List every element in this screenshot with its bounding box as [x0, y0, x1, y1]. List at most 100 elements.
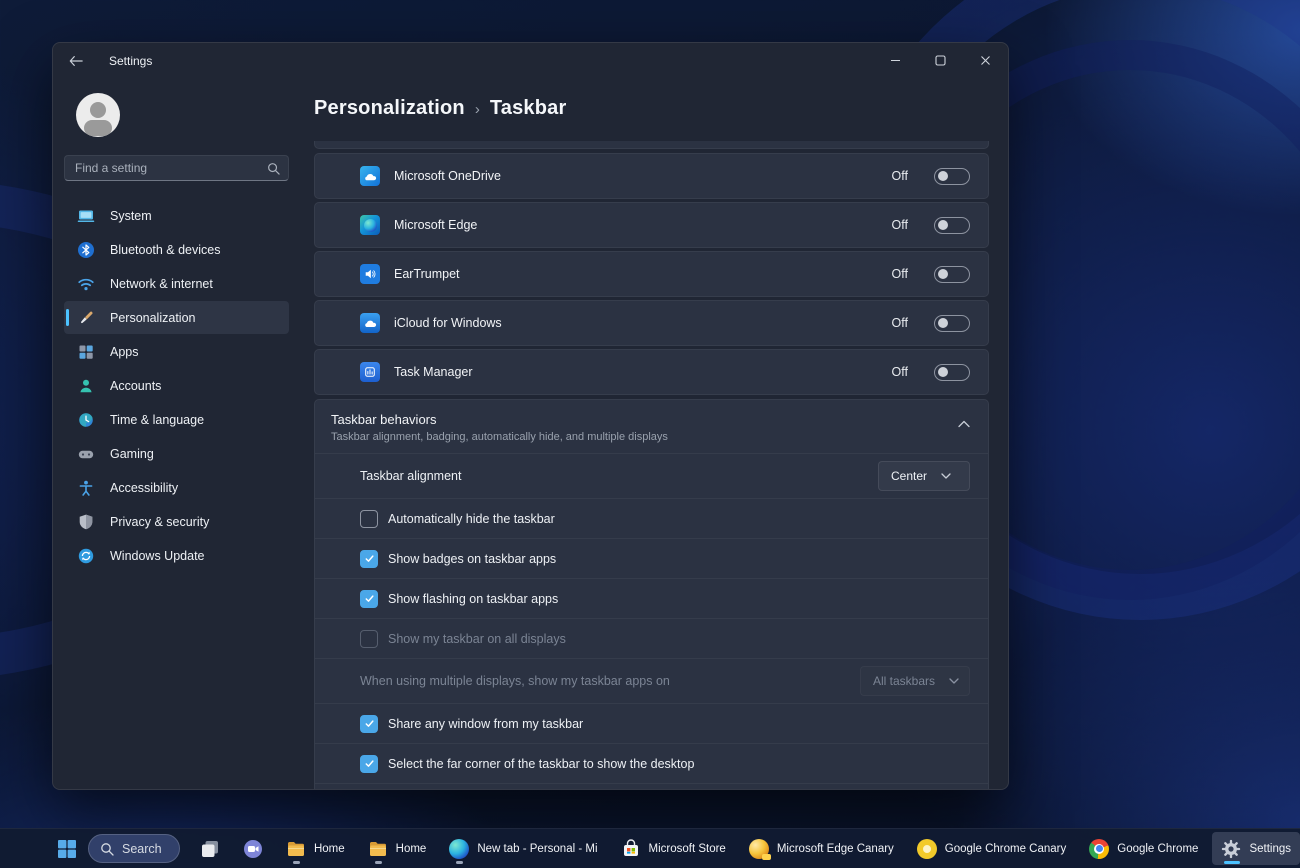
close-icon — [980, 55, 991, 66]
all-displays-checkbox[interactable] — [360, 630, 378, 648]
onedrive-toggle[interactable] — [934, 168, 970, 185]
windows-update-icon — [77, 547, 95, 565]
far-corner-checkbox[interactable] — [360, 755, 378, 773]
taskbar-item-microsoft-store[interactable]: Microsoft Store — [612, 832, 735, 865]
time-language-icon — [77, 411, 95, 429]
minimize-button[interactable] — [873, 43, 918, 77]
sidebar-item-privacy[interactable]: Privacy & security — [64, 505, 289, 538]
edge-icon — [360, 215, 380, 235]
setting-label: Show flashing on taskbar apps — [388, 592, 970, 606]
multiple-displays-dropdown[interactable]: All taskbars — [860, 666, 970, 696]
canary-badge — [762, 854, 771, 860]
setting-row-show-flashing: Show flashing on taskbar apps — [315, 578, 988, 618]
section-title: Taskbar behaviors — [331, 412, 972, 427]
breadcrumb-current: Taskbar — [490, 97, 567, 120]
sidebar-item-time-language[interactable]: Time & language — [64, 403, 289, 436]
icloud-toggle[interactable] — [934, 315, 970, 332]
taskbar-search-input[interactable]: Search — [88, 834, 180, 863]
sidebar-item-gaming[interactable]: Gaming — [64, 437, 289, 470]
auto-hide-checkbox[interactable] — [360, 510, 378, 528]
minimize-icon — [890, 55, 901, 66]
app-row-label: EarTrumpet — [394, 267, 878, 281]
toggle-state-label: Off — [892, 365, 908, 379]
eartrumpet-toggle[interactable] — [934, 266, 970, 283]
search-icon — [267, 162, 280, 175]
app-row-label: Microsoft Edge — [394, 218, 878, 232]
gaming-icon — [77, 445, 95, 463]
share-window-checkbox[interactable] — [360, 715, 378, 733]
section-subtitle: Taskbar alignment, badging, automaticall… — [331, 431, 972, 443]
network-icon — [77, 275, 95, 293]
search-input[interactable]: Find a setting — [64, 155, 289, 181]
dropdown-value: Center — [891, 469, 927, 483]
sidebar-item-label: Apps — [110, 345, 139, 359]
taskbar-alignment-dropdown[interactable]: Center — [878, 461, 970, 491]
accounts-icon — [77, 377, 95, 395]
personalization-icon — [77, 309, 95, 327]
search-placeholder: Find a setting — [75, 161, 267, 175]
titlebar: Settings — [53, 43, 1008, 79]
dropdown-value: All taskbars — [873, 674, 935, 688]
taskbar-item-settings[interactable]: Settings — [1212, 832, 1300, 865]
eartrumpet-icon — [360, 264, 380, 284]
setting-row-taskbar-alignment: Taskbar alignment Center — [315, 453, 988, 498]
settings-scroll-area[interactable]: Microsoft OneDrive Off Microsoft Edge Of… — [314, 141, 989, 789]
taskbar-behaviors-header[interactable]: Taskbar behaviors Taskbar alignment, bad… — [315, 400, 988, 453]
toggle-state-label: Off — [892, 218, 908, 232]
chevron-up-icon[interactable] — [958, 420, 970, 428]
taskbar-item-home-2[interactable]: Home — [359, 832, 436, 865]
sidebar-item-apps[interactable]: Apps — [64, 335, 289, 368]
sidebar-item-label: Gaming — [110, 447, 154, 461]
taskbar-item-home-1[interactable]: Home — [277, 832, 354, 865]
show-flashing-checkbox[interactable] — [360, 590, 378, 608]
sidebar-item-personalization[interactable]: Personalization — [64, 301, 289, 334]
bluetooth-icon — [77, 241, 95, 259]
maximize-button[interactable] — [918, 43, 963, 77]
breadcrumb-parent[interactable]: Personalization — [314, 97, 465, 120]
taskbar-item-edge-canary[interactable]: Microsoft Edge Canary — [740, 832, 903, 865]
back-button[interactable] — [59, 48, 93, 74]
settings-window: Settings Find a setting System Bluetooth… — [52, 42, 1009, 790]
start-button[interactable] — [57, 834, 77, 864]
folder-icon — [286, 839, 306, 859]
taskbar-item-chrome[interactable]: Google Chrome — [1080, 832, 1207, 865]
setting-row-multiple-displays: When using multiple displays, show my ta… — [315, 658, 988, 703]
sidebar-item-label: Time & language — [110, 413, 204, 427]
avatar[interactable] — [76, 93, 120, 137]
chat-button[interactable] — [234, 832, 272, 865]
taskbar-item-edge[interactable]: New tab - Personal - Mi — [440, 832, 606, 865]
task-view-button[interactable] — [191, 832, 229, 865]
sidebar-item-system[interactable]: System — [64, 199, 289, 232]
app-row-label: Task Manager — [394, 365, 878, 379]
maximize-icon — [935, 55, 946, 66]
toggle-state-label: Off — [892, 316, 908, 330]
sidebar-item-network[interactable]: Network & internet — [64, 267, 289, 300]
privacy-icon — [77, 513, 95, 531]
sidebar-item-accessibility[interactable]: Accessibility — [64, 471, 289, 504]
edge-toggle[interactable] — [934, 217, 970, 234]
show-badges-checkbox[interactable] — [360, 550, 378, 568]
chrome-icon — [1089, 839, 1109, 859]
sidebar-item-label: Bluetooth & devices — [110, 243, 221, 257]
check-icon — [364, 718, 375, 729]
task-manager-icon — [360, 362, 380, 382]
sidebar-item-accounts[interactable]: Accounts — [64, 369, 289, 402]
close-button[interactable] — [963, 43, 1008, 77]
sidebar-item-windows-update[interactable]: Windows Update — [64, 539, 289, 572]
app-row-label: Microsoft OneDrive — [394, 169, 878, 183]
app-row-onedrive: Microsoft OneDrive Off — [314, 153, 989, 199]
taskbar-item-chrome-canary[interactable]: Google Chrome Canary — [908, 832, 1075, 865]
setting-label: Select the far corner of the taskbar to … — [388, 757, 970, 771]
taskbar-item-label: Google Chrome — [1117, 843, 1198, 855]
chrome-canary-icon — [917, 839, 937, 859]
task-manager-toggle[interactable] — [934, 364, 970, 381]
windows-logo-icon — [57, 839, 77, 859]
sidebar-item-bluetooth[interactable]: Bluetooth & devices — [64, 233, 289, 266]
breadcrumb-separator: › — [475, 99, 480, 118]
check-icon — [364, 593, 375, 604]
setting-label: Show badges on taskbar apps — [388, 552, 970, 566]
check-icon — [364, 758, 375, 769]
setting-row-show-badges: Show badges on taskbar apps — [315, 538, 988, 578]
edge-canary-icon — [749, 839, 769, 859]
taskbar-item-label: Microsoft Store — [649, 843, 726, 855]
